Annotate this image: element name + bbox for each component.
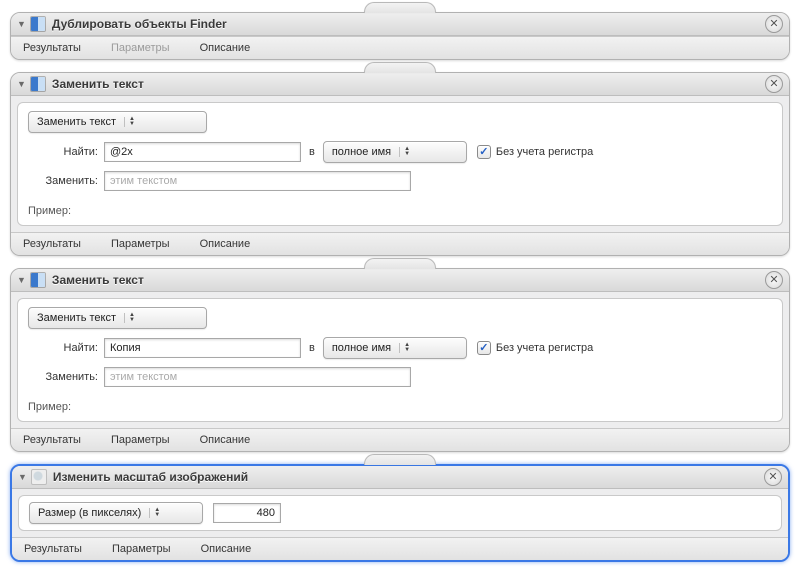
size-mode-select[interactable]: Размер (в пикселях) ▲▼ [29,502,203,524]
action-scale-images: ▼ Изменить масштаб изображений ✕ Размер … [10,464,790,562]
case-checkbox-row[interactable]: ✓ Без учета регистра [477,145,593,159]
action-footer: Результаты Параметры Описание [12,537,788,560]
case-checkbox-label: Без учета регистра [496,342,593,354]
finder-icon [30,76,46,92]
tab-description[interactable]: Описание [194,42,257,54]
in-label: в [309,146,315,158]
tab-options: Параметры [105,42,176,54]
tab-description[interactable]: Описание [194,434,257,446]
updown-icon: ▲▼ [399,343,410,353]
tab-results[interactable]: Результаты [18,543,88,555]
find-input[interactable] [104,142,301,162]
find-input[interactable] [104,338,301,358]
action-titlebar: ▼ Заменить текст ✕ [11,269,789,292]
action-title: Заменить текст [52,77,144,91]
disclosure-icon[interactable]: ▼ [18,472,27,482]
action-title: Дублировать объекты Finder [52,17,227,31]
mode-select-value: Заменить текст [37,312,116,324]
action-replace-text-2: ▼ Заменить текст ✕ Заменить текст ▲▼ Най… [10,268,790,452]
action-titlebar: ▼ Дублировать объекты Finder ✕ [11,13,789,36]
disclosure-icon[interactable]: ▼ [17,275,26,285]
tab-options[interactable]: Параметры [105,238,176,250]
size-mode-select-value: Размер (в пикселях) [38,507,141,519]
action-body: Заменить текст ▲▼ Найти: в полное имя ▲▼… [17,298,783,422]
checkbox-icon: ✓ [477,145,491,159]
close-button[interactable]: ✕ [765,75,783,93]
tab-results[interactable]: Результаты [17,434,87,446]
tab-options[interactable]: Параметры [105,434,176,446]
close-button[interactable]: ✕ [765,15,783,33]
connector-tab [364,258,436,269]
action-footer: Результаты Параметры Описание [11,232,789,255]
example-row: Пример: [28,395,772,413]
mode-select[interactable]: Заменить текст ▲▼ [28,307,207,329]
example-row: Пример: [28,199,772,217]
action-titlebar: ▼ Изменить масштаб изображений ✕ [12,466,788,489]
action-body: Заменить текст ▲▼ Найти: в полное имя ▲▼… [17,102,783,226]
replace-input[interactable] [104,171,411,191]
action-titlebar: ▼ Заменить текст ✕ [11,73,789,96]
connector-tab [364,454,436,465]
tab-results[interactable]: Результаты [17,42,87,54]
connector-tab [364,62,436,73]
action-duplicate-finder: ▼ Дублировать объекты Finder ✕ Результат… [10,12,790,60]
updown-icon: ▲▼ [149,508,160,518]
in-label: в [309,342,315,354]
updown-icon: ▲▼ [124,313,135,323]
find-label: Найти: [28,146,98,158]
size-input[interactable] [213,503,281,523]
finder-icon [30,272,46,288]
replace-label: Заменить: [28,175,98,187]
replace-input[interactable] [104,367,411,387]
action-body: Размер (в пикселях) ▲▼ [18,495,782,531]
replace-label: Заменить: [28,371,98,383]
action-footer: Результаты Параметры Описание [11,36,789,59]
tab-options[interactable]: Параметры [106,543,177,555]
scope-select-value: полное имя [332,342,391,354]
close-button[interactable]: ✕ [765,271,783,289]
action-title: Изменить масштаб изображений [53,470,248,484]
connector-tab [364,2,436,13]
updown-icon: ▲▼ [399,147,410,157]
action-title: Заменить текст [52,273,144,287]
scope-select-value: полное имя [332,146,391,158]
mode-select[interactable]: Заменить текст ▲▼ [28,111,207,133]
scope-select[interactable]: полное имя ▲▼ [323,141,467,163]
close-button[interactable]: ✕ [764,468,782,486]
scope-select[interactable]: полное имя ▲▼ [323,337,467,359]
example-label: Пример: [28,205,71,217]
mode-select-value: Заменить текст [37,116,116,128]
tab-description[interactable]: Описание [195,543,258,555]
checkbox-icon: ✓ [477,341,491,355]
case-checkbox-label: Без учета регистра [496,146,593,158]
disclosure-icon[interactable]: ▼ [17,19,26,29]
finder-icon [30,16,46,32]
updown-icon: ▲▼ [124,117,135,127]
action-replace-text-1: ▼ Заменить текст ✕ Заменить текст ▲▼ Най… [10,72,790,256]
action-footer: Результаты Параметры Описание [11,428,789,451]
tab-results[interactable]: Результаты [17,238,87,250]
preview-icon [31,469,47,485]
disclosure-icon[interactable]: ▼ [17,79,26,89]
example-label: Пример: [28,401,71,413]
find-label: Найти: [28,342,98,354]
case-checkbox-row[interactable]: ✓ Без учета регистра [477,341,593,355]
tab-description[interactable]: Описание [194,238,257,250]
